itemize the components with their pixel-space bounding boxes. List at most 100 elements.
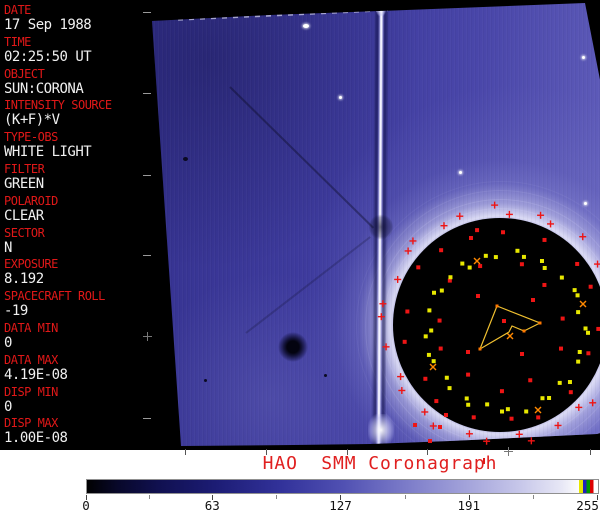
polygon-vertex-dot [538,321,542,325]
metadata-field: POLAROID CLEAR [4,194,150,224]
red-fiducial-dot [466,350,470,354]
metadata-field: TYPE-OBS WHITE LIGHT [4,130,150,161]
field-value: 02:25:50 UT [4,48,92,65]
yellow-fiducial-dot [500,409,505,414]
red-fiducial-dot [413,423,417,427]
yellow-fiducial-dot [524,409,529,414]
red-fiducial-dot [439,248,444,253]
field-value: SUN:CORONA [4,80,84,97]
yellow-fiducial-dot [515,248,520,253]
red-fiducial-dot [402,339,407,344]
colorbar-minor-tick [404,495,406,499]
colorbar-tick-label: 63 [204,498,220,512]
yellow-fiducial-dot [576,359,581,364]
yellow-fiducial-dot [540,396,545,401]
red-fiducial-dot [542,237,547,242]
plot-title: HAO SMM Coronagraph [262,453,498,474]
metadata-field: TIME 02:25:50 UT [4,35,150,65]
red-fiducial-dot [502,319,506,323]
red-fiducial-dot [471,415,476,420]
red-fiducial-dot [405,309,410,314]
yellow-fiducial-dot [542,265,547,270]
field-label: DATE [4,3,31,17]
field-value: (K+F)*V [4,112,60,129]
metadata-field: DATA MAX 4.19E-08 [4,353,150,383]
yellow-fiducial-dot [447,386,452,391]
yellow-fiducial-dot [505,407,510,412]
colorbar-minor-tick [149,495,151,499]
red-fiducial-dot [469,236,473,240]
left-ruler-tick [143,255,151,256]
colorbar-tick-label: 127 [329,498,352,512]
red-fiducial-dot [519,262,524,267]
red-marker-tick [483,458,485,464]
metadata-field: DISP MAX 1.00E-08 [4,416,150,447]
yellow-fiducial-dot [575,293,580,298]
left-ruler-plus [147,332,148,341]
field-label: FILTER [4,162,45,176]
yellow-fiducial-dot [577,349,582,354]
field-value: 17 Sep 1988 [4,17,92,33]
red-fiducial-dot [575,261,580,266]
bottom-ruler-tick [266,449,267,455]
yellow-fiducial-dot [559,275,564,280]
metadata-field: DATA MIN 0 [4,321,150,352]
field-label: DATA MIN [4,321,58,335]
metadata-field: OBJECT SUN:CORONA [4,66,150,97]
colorbar-tick-label: 255 [576,498,599,512]
yellow-fiducial-dot [444,375,449,380]
fiducial-marks-overlay [377,201,600,445]
field-label: EXPOSURE [4,257,58,272]
metadata-field: DISP MIN 0 [4,384,150,415]
app-window: DATE 17 Sep 1988 TIME 02:25:50 UT OBJECT SUN:… [0,0,600,512]
red-fiducial-dot [560,316,565,321]
bottom-strip: HAO SMM Coronagraph 0 63 127 191 255 [0,450,600,512]
yellow-fiducial-dot [583,326,588,331]
yellow-fiducial-dot [429,328,434,333]
field-value: 8.192 [4,271,44,288]
field-label: DISP MIN [4,384,58,399]
colorbar-tick-label: 0 [82,498,90,512]
yellow-fiducial-dot [431,359,436,364]
left-ruler-tick [143,175,151,176]
field-label: SPACECRAFT ROLL [4,289,105,304]
metadata-field: SECTOR N [4,226,150,256]
yellow-fiducial-dot [467,265,472,270]
red-fiducial-dot [559,346,564,351]
red-fiducial-dot [423,376,428,381]
metadata-field: DATE 17 Sep 1988 [4,3,150,34]
yellow-fiducial-dot [423,334,428,339]
colorbar-minor-tick [276,495,278,499]
red-fiducial-dot [568,390,573,395]
metadata-field: SPACECRAFT ROLL -19 [4,289,150,320]
red-fiducial-dot [528,378,533,383]
field-label: OBJECT [4,66,45,81]
polygon-vertex-dot [495,304,499,308]
yellow-fiducial-dot [464,396,469,401]
yellow-fiducial-dot [539,259,544,264]
field-label: TYPE-OBS [4,130,58,145]
field-value: GREEN [4,176,44,192]
yellow-fiducial-dot [448,275,453,280]
field-label: DISP MAX [4,416,58,431]
red-fiducial-dot [444,413,448,417]
yellow-fiducial-dot [567,380,572,385]
red-fiducial-dot [475,228,480,233]
bottom-ruler-tick [185,449,186,455]
field-value: CLEAR [4,207,44,224]
red-fiducial-dot [501,230,506,235]
field-value: -19 [4,303,28,320]
yellow-fiducial-dot [557,380,562,385]
yellow-fiducial-dot [439,288,444,293]
left-ruler-tick [143,93,151,94]
red-fiducial-dot [416,265,421,270]
coronagraph-image [150,0,600,450]
yellow-fiducial-dot [460,261,465,266]
red-fiducial-dot [438,346,443,351]
yellow-fiducial-dot [547,395,552,400]
bottom-ruler-tick [590,449,591,455]
polygon-vertex-dot [478,347,482,351]
yellow-fiducial-dot [427,308,432,313]
red-fiducial-dot [509,416,514,421]
metadata-field: EXPOSURE 8.192 [4,257,150,288]
